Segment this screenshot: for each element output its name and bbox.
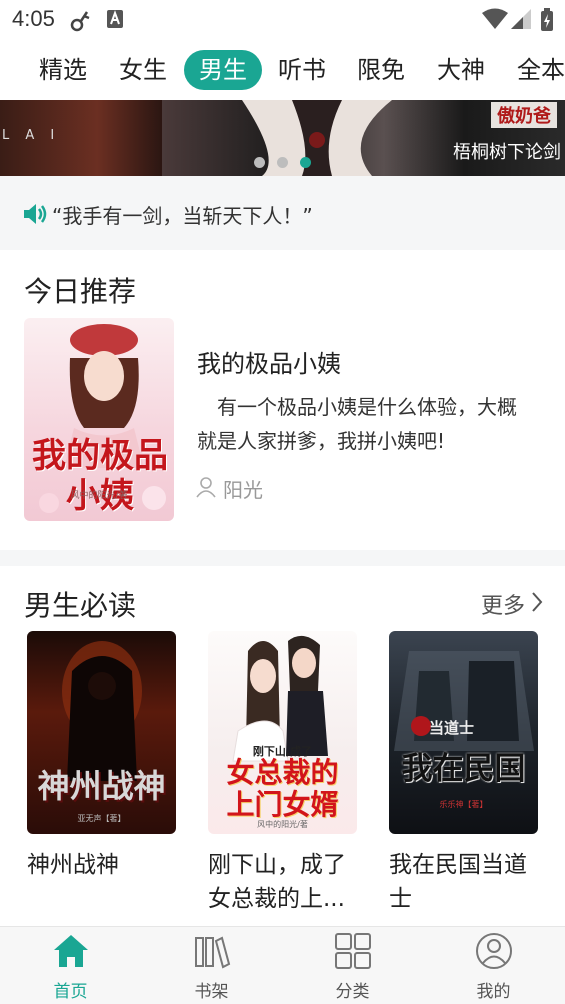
cover-author-text: 风中的阳光/著 <box>257 820 308 829</box>
must-read-section: 男生必读 更多 神州战神 亚无声【著】 神州战神 刚下山,成了 女总裁的上门女婿… <box>0 566 565 926</box>
nav-home-label: 首页 <box>53 982 88 1002</box>
book-cover-1[interactable]: 神州战神 亚无声【著】 <box>27 631 176 834</box>
banner-slide-current: 傲奶爸 梧桐树下论剑 <box>162 100 565 176</box>
book-cover-2[interactable]: 刚下山,成了 女总裁的上门女婿 风中的阳光/著 <box>208 631 357 834</box>
cover-title-text: 神州战神 <box>37 767 166 805</box>
carousel-dot-2[interactable] <box>277 157 288 168</box>
profile-icon <box>476 933 512 969</box>
cover-title-text: 我的极品小姨 <box>32 436 168 516</box>
tab-male[interactable]: 男生 <box>184 50 262 90</box>
nav-category-label: 分类 <box>335 982 370 1002</box>
nav-bookshelf-label: 书架 <box>194 982 229 1002</box>
today-book-desc: 有一个极品小姨是什么体验，大概就是人家拼爹，我拼小姨吧! <box>197 395 517 453</box>
status-time: 4:05 <box>12 6 55 31</box>
tab-audiobook[interactable]: 听书 <box>269 50 335 90</box>
banner-prev-text: L A I <box>2 128 61 143</box>
speaker-icon <box>24 204 47 224</box>
author-icon <box>196 477 216 498</box>
battery-icon <box>541 8 553 31</box>
link-icon <box>70 11 90 32</box>
nav-profile[interactable]: 我的 <box>423 927 564 1004</box>
nav-profile-label: 我的 <box>476 982 511 1002</box>
carousel-dot-1[interactable] <box>254 157 265 168</box>
wifi-icon <box>482 8 508 29</box>
cover-title-text: 女总裁的上门女婿 <box>226 756 339 821</box>
more-link[interactable]: 更多 <box>480 588 543 619</box>
cover-title-text: 我在民国 <box>401 751 526 787</box>
nav-category[interactable]: 分类 <box>282 927 423 1004</box>
nav-bookshelf[interactable]: 书架 <box>141 927 282 1004</box>
book-cover-3[interactable]: 当道士 我在民国 乐乐神【著】 <box>389 631 538 834</box>
tab-female[interactable]: 女生 <box>110 50 176 90</box>
carousel-dot-3[interactable] <box>300 157 311 168</box>
status-bar: 4:05 <box>0 0 565 40</box>
bottom-navigation: 首页 书架 分类 我的 <box>0 926 565 1004</box>
cover-subtitle-text: 当道士 <box>429 719 475 737</box>
chevron-right-icon <box>532 592 543 612</box>
today-recommend-section: 今日推荐 我的极品小姨 风中的阳光/著 我的极品小姨 有一个极品小姨是什么体验，… <box>0 250 565 550</box>
today-book-cover[interactable]: 我的极品小姨 风中的阳光/著 <box>24 318 174 521</box>
tab-complete[interactable]: 全本 <box>508 50 565 90</box>
section-title-must-read: 男生必读 <box>24 589 137 622</box>
app-notification-icon <box>107 10 123 28</box>
cover-author-text: 风中的阳光/著 <box>70 491 128 501</box>
tab-featured[interactable]: 精选 <box>30 50 96 90</box>
book-name-1[interactable]: 神州战神 <box>27 848 187 882</box>
signal-icon <box>511 9 531 29</box>
notice-text: “我手有一剑，当斩天下人！” <box>52 204 313 228</box>
banner-slide-prev: L A I <box>0 100 162 176</box>
bookshelf-icon <box>195 936 231 969</box>
category-tabs: 精选 女生 男生 听书 限免 大神 全本 <box>0 40 565 100</box>
book-name-3[interactable]: 我在民国当道士 <box>389 848 549 916</box>
nav-home[interactable]: 首页 <box>0 927 141 1004</box>
notice-bar[interactable]: “我手有一剑，当斩天下人！” <box>0 176 565 250</box>
section-title-today: 今日推荐 <box>24 275 137 308</box>
cover-author-text: 亚无声【著】 <box>77 814 126 823</box>
tab-free[interactable]: 限免 <box>348 50 414 90</box>
cover-author-text: 乐乐神【著】 <box>439 800 488 809</box>
tab-master[interactable]: 大神 <box>428 50 494 90</box>
category-icon <box>335 933 371 969</box>
today-book-title[interactable]: 我的极品小姨 <box>197 344 341 379</box>
home-icon <box>54 935 88 967</box>
book-name-2[interactable]: 刚下山，成了女总裁的上... <box>208 848 368 916</box>
banner-book-author: 梧桐树下论剑 <box>453 142 561 163</box>
more-label: 更多 <box>480 594 525 619</box>
banner-book-title: 傲奶爸 <box>491 102 557 128</box>
today-book-author: 阳光 <box>223 478 263 502</box>
banner-illustration <box>242 100 392 176</box>
